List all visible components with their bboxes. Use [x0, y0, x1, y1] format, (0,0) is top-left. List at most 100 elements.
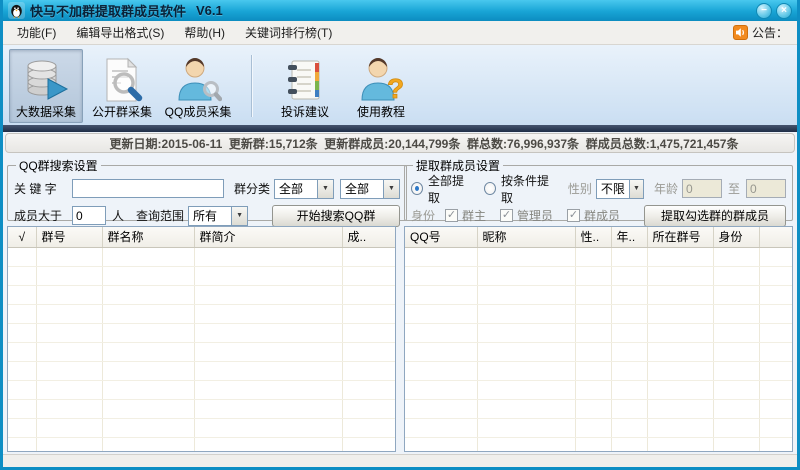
group-table-header: √ 群号 群名称 群简介 成.. [8, 227, 395, 248]
group-search-column: QQ群搜索设置 关 键 字 群分类 全部 ▼ 全部 ▼ 成员大于 0 人 查询范… [7, 157, 408, 452]
col-header-identity[interactable]: 身份 [713, 227, 760, 248]
table-row [8, 342, 395, 362]
member-extract-column: 提取群成员设置 全部提取 按条件提取 性别 不限 ▼ 年龄 0 至 0 身份 ✓… [404, 157, 793, 452]
radio-circle-icon[interactable] [411, 182, 424, 195]
chevron-down-icon[interactable]: ▼ [628, 179, 643, 198]
menu-help[interactable]: 帮助(H) [174, 22, 235, 43]
group-search-panel-title: QQ群搜索设置 [19, 159, 98, 173]
checkbox-admin[interactable]: ✓ 管理员 [500, 207, 553, 224]
toolbar-button-public-group-collect[interactable]: 公开群采集 [85, 49, 159, 123]
checkbox-icon[interactable]: ✓ [445, 209, 458, 222]
toolbar-button-feedback[interactable]: 投诉建议 [268, 49, 342, 123]
col-header-gender[interactable]: 性.. [575, 227, 612, 248]
chevron-down-icon[interactable]: ▼ [383, 179, 400, 198]
table-row [405, 361, 792, 381]
table-row [405, 266, 792, 286]
age-from-input[interactable] [681, 179, 722, 198]
col-header-group-number[interactable]: 群号 [36, 227, 103, 248]
menu-bar: 功能(F) 编辑导出格式(S) 帮助(H) 关键词排行榜(T) 公告： [3, 21, 797, 45]
category-label: 群分类 [234, 182, 271, 196]
query-range-label: 查询范围 [136, 209, 185, 223]
col-header-check[interactable]: √ [8, 227, 37, 248]
toolbar-label: QQ成员采集 [164, 105, 232, 119]
col-header-blank [759, 227, 792, 248]
table-row [405, 380, 792, 400]
main-content: QQ群搜索设置 关 键 字 群分类 全部 ▼ 全部 ▼ 成员大于 0 人 查询范… [3, 154, 797, 454]
col-header-nickname[interactable]: 昵称 [477, 227, 576, 248]
app-penguin-icon [8, 2, 25, 19]
table-row [8, 399, 395, 419]
table-row [405, 342, 792, 362]
table-row [8, 247, 395, 267]
toolbar-button-bigdata-collect[interactable]: 大数据采集 [9, 49, 83, 123]
toolbar-button-tutorial[interactable]: ? 使用教程 [344, 49, 418, 123]
chevron-down-icon[interactable]: ▼ [317, 179, 334, 198]
col-header-qq-number[interactable]: QQ号 [405, 227, 478, 248]
toolbar-label: 公开群采集 [91, 105, 152, 119]
doc-search-icon [106, 57, 143, 102]
checkbox-icon[interactable]: ✓ [500, 209, 514, 222]
chevron-down-icon[interactable]: ▼ [231, 206, 248, 225]
member-search-icon [178, 58, 222, 102]
checkbox-icon[interactable]: ✓ [567, 209, 581, 222]
age-label: 年龄 [653, 182, 678, 196]
announcement-area: 公告： [732, 24, 793, 41]
announcement-label: 公告： [751, 26, 788, 40]
toolbar-button-qq-member-collect[interactable]: QQ成员采集 [161, 49, 235, 123]
table-row [405, 247, 792, 267]
gender-label: 性别 [567, 182, 592, 196]
table-row [8, 285, 395, 305]
radio-extract-all[interactable]: 全部提取 [411, 172, 472, 206]
status-bar [3, 454, 797, 467]
checkbox-member[interactable]: ✓ 群成员 [567, 207, 620, 224]
menu-function[interactable]: 功能(F) [7, 22, 66, 43]
table-row [8, 418, 395, 438]
window-version: V6.1 [196, 3, 223, 18]
table-row [8, 380, 395, 400]
category1-select[interactable]: 全部 ▼ [274, 178, 335, 199]
speaker-icon [732, 25, 748, 40]
col-header-age[interactable]: 年.. [611, 227, 648, 248]
member-table-header: QQ号 昵称 性.. 年.. 所在群号 身份 [405, 227, 792, 248]
group-table: √ 群号 群名称 群简介 成.. [7, 226, 396, 452]
window-title: 快马不加群提取群成员软件 [30, 4, 187, 19]
col-header-group-name[interactable]: 群名称 [102, 227, 195, 248]
group-search-panel: QQ群搜索设置 关 键 字 群分类 全部 ▼ 全部 ▼ 成员大于 0 人 查询范… [7, 157, 408, 227]
toolbar-label: 投诉建议 [280, 105, 329, 119]
checkbox-owner[interactable]: ✓ 群主 [445, 207, 486, 224]
keyword-label: 关 键 字 [14, 182, 57, 196]
age-to-input[interactable] [746, 179, 786, 198]
minimize-button[interactable]: − [756, 2, 772, 19]
members-greater-input[interactable] [72, 206, 106, 225]
category2-select[interactable]: 全部 ▼ [340, 178, 401, 199]
menu-export-format[interactable]: 编辑导出格式(S) [66, 22, 174, 43]
radio-extract-conditional[interactable]: 按条件提取 [483, 172, 556, 206]
table-row [405, 399, 792, 419]
toolbar-separator [251, 55, 252, 117]
search-groups-button[interactable]: 开始搜索QQ群 [272, 204, 401, 227]
col-header-in-group[interactable]: 所在群号 [647, 227, 714, 248]
update-status-band: 更新日期:2015-06-11 更新群:15,712条 更新群成员:20,144… [5, 133, 795, 153]
svg-text:?: ? [387, 73, 404, 104]
toolbar-label: 使用教程 [356, 105, 405, 119]
table-row [405, 304, 792, 324]
query-range-select[interactable]: 所有 ▼ [188, 205, 249, 226]
toolbar: 大数据采集 公开群采集 QQ成员采集 投诉建议 ? 使用教程 [3, 45, 797, 125]
radio-circle-icon[interactable] [483, 182, 496, 195]
feedback-notebook-icon [288, 60, 320, 100]
close-button[interactable]: × [776, 2, 792, 19]
table-row [405, 323, 792, 343]
gender-select[interactable]: 不限 ▼ [595, 178, 644, 199]
age-to-label: 至 [727, 182, 740, 196]
col-header-group-intro[interactable]: 群简介 [194, 227, 343, 248]
table-row [8, 437, 395, 451]
menu-keyword-ranking[interactable]: 关键词排行榜(T) [235, 22, 342, 43]
toolbar-bottom-stripe [3, 125, 797, 132]
extract-settings-panel: 提取群成员设置 全部提取 按条件提取 性别 不限 ▼ 年龄 0 至 0 身份 ✓… [404, 157, 793, 227]
members-unit-label: 人 [112, 209, 125, 223]
keyword-input[interactable] [72, 179, 224, 198]
table-row [8, 304, 395, 324]
table-row [405, 285, 792, 305]
col-header-member-count[interactable]: 成.. [342, 227, 395, 248]
extract-members-button[interactable]: 提取勾选群的群成员 [644, 204, 786, 227]
